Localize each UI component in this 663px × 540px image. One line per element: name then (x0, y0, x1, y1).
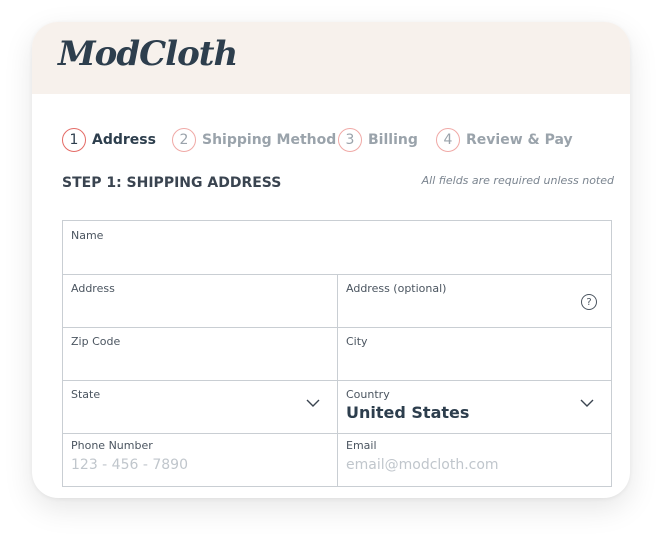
address-optional-label: Address (optional) (346, 282, 447, 295)
address-optional-field[interactable]: Address (optional) ? (338, 274, 611, 327)
step-shipping-method[interactable]: 2 Shipping Method (172, 126, 336, 154)
email-field[interactable]: Email email@modcloth.com (338, 433, 611, 486)
address-label: Address (71, 282, 115, 295)
checkout-card: ModCloth 1 Address 2 Shipping Method 3 B… (32, 22, 630, 498)
zip-code-field[interactable]: Zip Code (63, 327, 337, 380)
section-title: STEP 1: SHIPPING ADDRESS (62, 175, 282, 191)
step-label-address: Address (92, 132, 156, 148)
brand-header: ModCloth (32, 22, 630, 94)
state-label: State (71, 388, 101, 401)
city-label: City (346, 335, 368, 348)
country-select[interactable]: Country United States (338, 380, 611, 433)
name-label: Name (71, 229, 104, 242)
address-field[interactable]: Address (63, 274, 337, 327)
email-placeholder: email@modcloth.com (346, 457, 499, 473)
city-field[interactable]: City (338, 327, 611, 380)
step-number-4: 4 (436, 128, 460, 152)
country-value: United States (346, 403, 470, 422)
help-icon[interactable]: ? (581, 294, 597, 310)
step-address[interactable]: 1 Address (62, 126, 156, 154)
phone-number-field[interactable]: Phone Number 123 - 456 - 7890 (63, 433, 337, 486)
name-field[interactable]: Name (63, 221, 611, 274)
step-label-review-pay: Review & Pay (466, 132, 573, 148)
modcloth-logo[interactable]: ModCloth (58, 34, 238, 74)
chevron-down-icon (306, 399, 320, 407)
step-number-3: 3 (338, 128, 362, 152)
step-review-pay[interactable]: 4 Review & Pay (436, 126, 573, 154)
step-label-billing: Billing (368, 132, 418, 148)
country-label: Country (346, 388, 390, 401)
zip-code-label: Zip Code (71, 335, 121, 348)
email-label: Email (346, 439, 377, 452)
state-select[interactable]: State (63, 380, 337, 433)
step-label-shipping-method: Shipping Method (202, 132, 337, 148)
required-fields-note: All fields are required unless noted (421, 174, 614, 187)
step-number-1: 1 (62, 128, 86, 152)
chevron-down-icon (580, 399, 594, 407)
phone-placeholder: 123 - 456 - 7890 (71, 457, 188, 473)
step-billing[interactable]: 3 Billing (338, 126, 418, 154)
phone-number-label: Phone Number (71, 439, 153, 452)
shipping-address-form: Name Address Address (optional) ? Zip Co… (62, 220, 612, 487)
step-number-2: 2 (172, 128, 196, 152)
checkout-steps: 1 Address 2 Shipping Method 3 Billing 4 … (62, 126, 622, 154)
